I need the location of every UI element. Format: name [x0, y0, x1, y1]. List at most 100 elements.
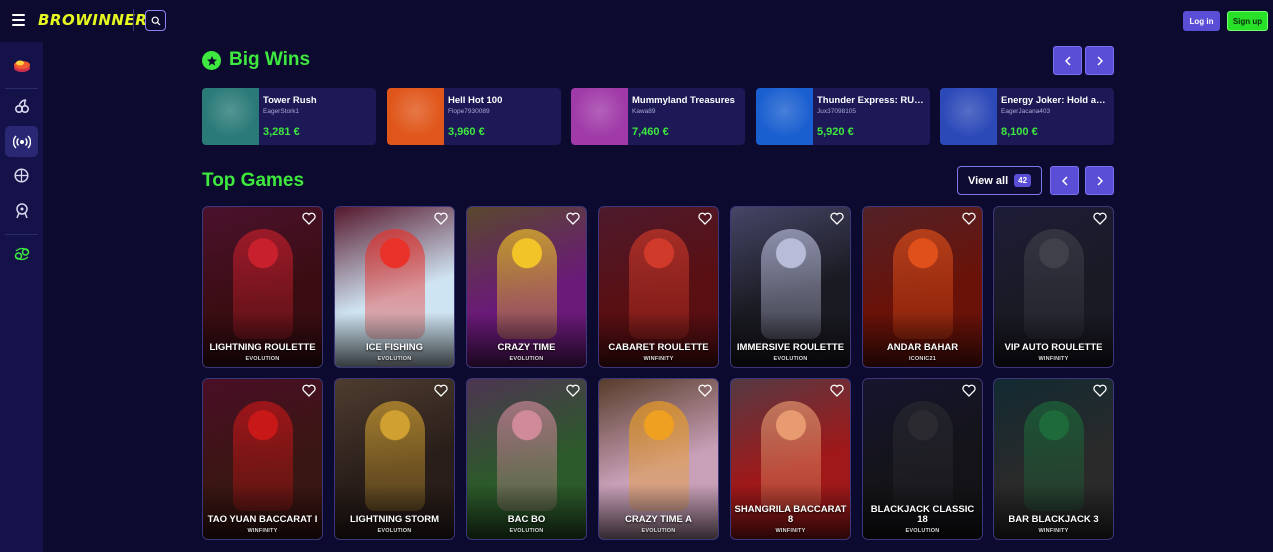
big-win-amount: 5,920 € [817, 126, 854, 138]
sidebar-item-sports[interactable] [5, 160, 38, 191]
sidebar-item-live[interactable] [5, 126, 38, 157]
game-title: ANDAR BAHAR [886, 342, 959, 354]
slots-cherries-icon [14, 98, 29, 113]
virtual-sports-icon [15, 202, 28, 218]
chevron-right-icon [1096, 55, 1103, 66]
search-button[interactable] [145, 10, 166, 31]
game-title: TAO YUAN BACCARAT I [207, 514, 318, 526]
menu-icon[interactable] [12, 14, 25, 26]
big-win-amount: 7,460 € [632, 126, 669, 138]
view-all-button[interactable]: View all 42 [957, 166, 1042, 195]
game-title: IMMERSIVE ROULETTE [736, 342, 845, 354]
big-win-amount: 3,960 € [448, 126, 485, 138]
game-tile[interactable]: SHANGRILA BACCARAT 8 WINFINITY [730, 378, 851, 540]
favorite-heart-icon[interactable] [566, 384, 580, 397]
game-tile[interactable]: IMMERSIVE ROULETTE EVOLUTION [730, 206, 851, 368]
sidebar [0, 42, 43, 552]
game-title: BAC BO [507, 514, 546, 526]
sidebar-item-zodiac[interactable] [5, 238, 38, 269]
big-win-card[interactable]: Tower Rush EagerStork1 3,281 € [202, 88, 376, 145]
big-win-card[interactable]: Energy Joker: Hold and ... EagerJacana403… [940, 88, 1114, 145]
game-tile[interactable]: ANDAR BAHAR ICONIC21 [862, 206, 983, 368]
chevron-left-icon [1064, 55, 1071, 66]
big-win-card[interactable]: Mummyland Treasures Kawa89 7,460 € [571, 88, 745, 145]
favorite-heart-icon[interactable] [698, 212, 712, 225]
game-provider: EVOLUTION [377, 528, 412, 534]
big-win-amount: 8,100 € [1001, 126, 1038, 138]
star-icon [202, 51, 221, 70]
game-provider: EVOLUTION [509, 528, 544, 534]
game-tile[interactable]: VIP AUTO ROULETTE WINFINITY [993, 206, 1114, 368]
login-button[interactable]: Log in [1183, 11, 1220, 31]
logo[interactable]: BROWINNER [38, 11, 147, 29]
game-tile[interactable]: BLACKJACK CLASSIC 18 EVOLUTION [862, 378, 983, 540]
sidebar-item-casino[interactable] [5, 50, 38, 81]
big-win-game-name: Energy Joker: Hold and ... [1001, 95, 1109, 106]
favorite-heart-icon[interactable] [302, 384, 316, 397]
game-title: VIP AUTO ROULETTE [1004, 342, 1103, 354]
game-tile[interactable]: ICE FISHING EVOLUTION [334, 206, 455, 368]
favorite-heart-icon[interactable] [962, 212, 976, 225]
game-tile[interactable]: BAR BLACKJACK 3 WINFINITY [993, 378, 1114, 540]
big-win-game-name: Hell Hot 100 [448, 95, 503, 106]
big-win-username: Flope7930089 [448, 108, 490, 115]
big-win-card[interactable]: Hell Hot 100 Flope7930089 3,960 € [387, 88, 561, 145]
big-wins-prev-button[interactable] [1053, 46, 1082, 75]
top-games-next-button[interactable] [1085, 166, 1114, 195]
big-win-game-name: Tower Rush [263, 95, 317, 106]
divider [5, 88, 38, 89]
casino-chips-icon [13, 60, 30, 72]
favorite-heart-icon[interactable] [434, 384, 448, 397]
big-win-username: Jux37098105 [817, 108, 857, 115]
big-wins-title: Big Wins [229, 49, 311, 70]
favorite-heart-icon[interactable] [1093, 384, 1107, 397]
game-tile[interactable]: BAC BO EVOLUTION [466, 378, 587, 540]
sidebar-item-slots[interactable] [5, 90, 38, 121]
game-thumbnail [202, 88, 259, 145]
game-provider: ICONIC21 [909, 356, 936, 362]
game-tile[interactable]: CABARET ROULETTE WINFINITY [598, 206, 719, 368]
game-provider: EVOLUTION [245, 356, 280, 362]
favorite-heart-icon[interactable] [566, 212, 580, 225]
game-provider: WINFINITY [1038, 528, 1069, 534]
zodiac-icon [14, 247, 29, 260]
big-win-username: EagerStork1 [263, 108, 300, 115]
divider [133, 9, 134, 31]
game-provider: WINFINITY [775, 528, 806, 534]
game-provider: WINFINITY [247, 528, 278, 534]
game-title: LIGHTNING ROULETTE [209, 342, 316, 354]
signup-button[interactable]: Sign up [1227, 11, 1268, 31]
divider [5, 234, 38, 235]
game-provider: EVOLUTION [905, 528, 940, 534]
game-title: CRAZY TIME [497, 342, 556, 354]
chevron-left-icon [1061, 175, 1068, 186]
live-broadcast-icon [12, 134, 31, 149]
sidebar-item-virtual[interactable] [5, 195, 38, 226]
favorite-heart-icon[interactable] [698, 384, 712, 397]
game-title: BAR BLACKJACK 3 [1008, 514, 1099, 526]
chevron-right-icon [1096, 175, 1103, 186]
game-tile[interactable]: CRAZY TIME A EVOLUTION [598, 378, 719, 540]
game-provider: WINFINITY [643, 356, 674, 362]
favorite-heart-icon[interactable] [302, 212, 316, 225]
sports-basketball-icon [14, 168, 29, 183]
favorite-heart-icon[interactable] [434, 212, 448, 225]
big-win-game-name: Mummyland Treasures [632, 95, 735, 106]
game-provider: WINFINITY [1038, 356, 1069, 362]
big-wins-next-button[interactable] [1085, 46, 1114, 75]
game-tile[interactable]: CRAZY TIME EVOLUTION [466, 206, 587, 368]
favorite-heart-icon[interactable] [830, 212, 844, 225]
game-title: CABARET ROULETTE [608, 342, 709, 354]
favorite-heart-icon[interactable] [1093, 212, 1107, 225]
game-provider: EVOLUTION [377, 356, 412, 362]
game-tile[interactable]: TAO YUAN BACCARAT I WINFINITY [202, 378, 323, 540]
game-title: ICE FISHING [365, 342, 423, 354]
game-tile[interactable]: LIGHTNING ROULETTE EVOLUTION [202, 206, 323, 368]
top-games-prev-button[interactable] [1050, 166, 1079, 195]
game-provider: EVOLUTION [773, 356, 808, 362]
top-bar: BROWINNER Log in Sign up [0, 0, 1273, 42]
favorite-heart-icon[interactable] [830, 384, 844, 397]
big-win-card[interactable]: Thunder Express: RUN... Jux37098105 5,920 … [756, 88, 930, 145]
game-tile[interactable]: LIGHTNING STORM EVOLUTION [334, 378, 455, 540]
favorite-heart-icon[interactable] [962, 384, 976, 397]
